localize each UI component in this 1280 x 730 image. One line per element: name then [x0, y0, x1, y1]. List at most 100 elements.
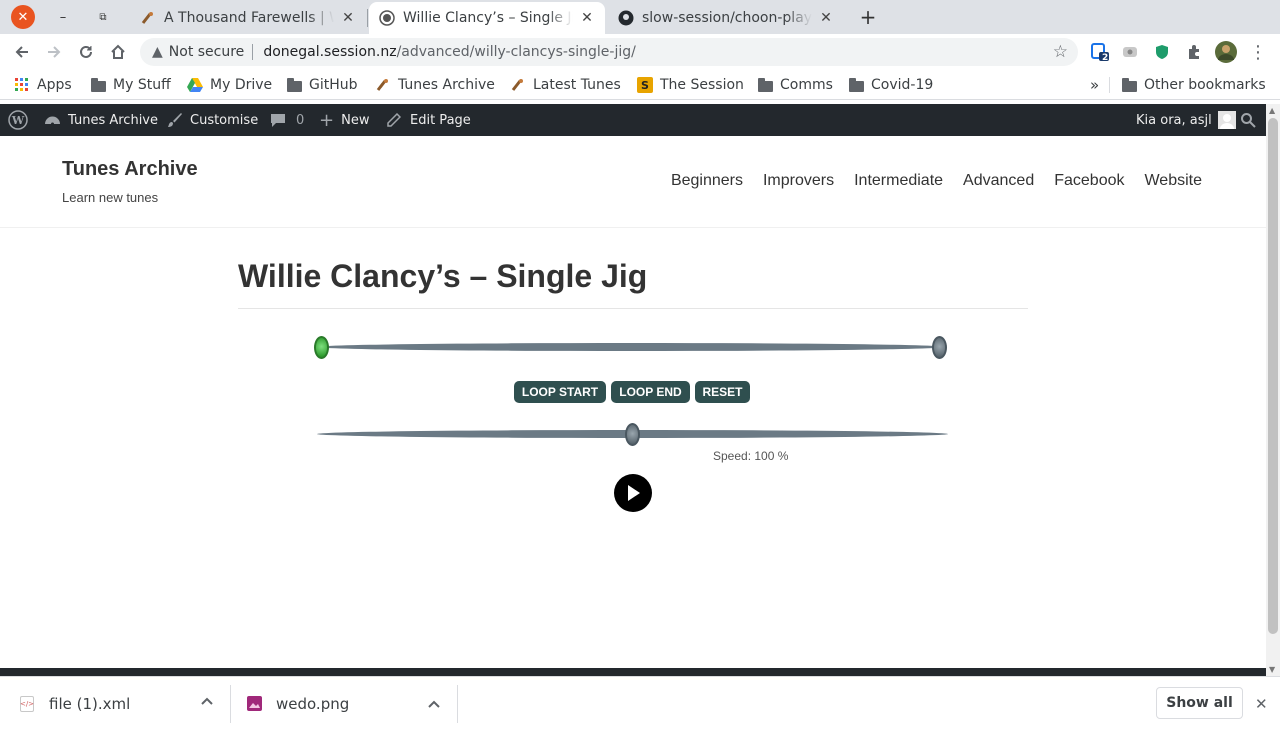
bookmark-latest-tunes[interactable]: Latest Tunes [510, 75, 621, 95]
tab-choon-player[interactable]: slow-session/choon-player ✕ [608, 2, 844, 34]
bookmark-tunes-archive[interactable]: Tunes Archive [375, 75, 495, 95]
reload-icon[interactable] [74, 40, 98, 64]
bookmark-my-drive[interactable]: My Drive [187, 75, 272, 95]
tab-title: A Thousand Farewells | Wexford [164, 10, 334, 26]
minimize-window-icon[interactable]: – [51, 5, 75, 29]
bookmark-label: Latest Tunes [533, 77, 621, 93]
download-item-png[interactable]: wedo.png [247, 677, 447, 730]
loop-end-handle[interactable] [932, 336, 947, 359]
bookmark-comms[interactable]: Comms [757, 75, 833, 95]
chevron-up-icon[interactable] [428, 694, 440, 712]
loop-start-handle[interactable] [314, 336, 329, 359]
admin-edit-page[interactable]: Edit Page [386, 104, 471, 136]
warning-icon: ▲ [152, 44, 163, 60]
site-title[interactable]: Tunes Archive [62, 158, 198, 181]
bookmark-github[interactable]: GitHub [286, 75, 358, 95]
admin-comments[interactable]: 0 [270, 104, 304, 136]
fiddle-icon [140, 10, 156, 26]
extensions-puzzle-icon[interactable] [1182, 40, 1206, 64]
close-tab-icon[interactable]: ✕ [579, 10, 595, 26]
divider [457, 685, 458, 723]
bookmark-label: Covid-19 [871, 77, 934, 93]
forward-icon[interactable] [42, 40, 66, 64]
bookmark-my-stuff[interactable]: My Stuff [90, 75, 171, 95]
page-content: Tunes Archive Learn new tunes Beginners … [0, 136, 1266, 668]
bookmark-apps[interactable]: Apps [14, 75, 72, 95]
download-filename: file (1).xml [49, 694, 131, 713]
admin-search-icon[interactable] [1240, 104, 1256, 136]
home-icon[interactable] [106, 40, 130, 64]
admin-customise[interactable]: Customise [167, 104, 258, 136]
folder-icon [1121, 77, 1137, 93]
scrollbar[interactable]: ▲ ▼ [1266, 104, 1280, 676]
title-divider [238, 308, 1028, 309]
nav-item-intermediate[interactable]: Intermediate [854, 172, 943, 190]
fiddle-icon [510, 77, 526, 93]
loop-range-track[interactable] [317, 343, 946, 351]
scrollbar-thumb[interactable] [1268, 118, 1278, 634]
wordpress-logo-icon[interactable]: W [8, 104, 28, 136]
tab-willie-clancys[interactable]: Willie Clancy’s – Single Jig ✕ [369, 2, 605, 34]
dashboard-icon [45, 116, 60, 125]
pencil-icon [387, 112, 401, 127]
play-button[interactable] [614, 474, 652, 512]
bookmark-covid-19[interactable]: Covid-19 [848, 75, 933, 95]
eye-extension-icon[interactable] [1118, 40, 1142, 64]
url-host: donegal.session.nz [263, 44, 397, 60]
password-manager-icon[interactable]: 2 [1088, 40, 1112, 64]
more-menu-icon[interactable]: ⋮ [1246, 40, 1270, 64]
reset-button[interactable]: RESET [695, 381, 750, 403]
fiddle-icon [375, 77, 391, 93]
close-tab-icon[interactable]: ✕ [818, 10, 834, 26]
other-bookmarks[interactable]: Other bookmarks [1121, 75, 1266, 95]
new-tab-button[interactable]: + [856, 5, 880, 29]
loop-start-button[interactable]: LOOP START [514, 381, 606, 403]
nav-item-advanced[interactable]: Advanced [963, 172, 1034, 190]
close-window-icon[interactable]: ✕ [11, 5, 35, 29]
download-item-xml[interactable]: </> file (1).xml [20, 677, 220, 730]
tab-thousand-farewells[interactable]: A Thousand Farewells | Wexford ✕ [130, 2, 366, 34]
bookmark-label: The Session [660, 77, 744, 93]
speed-label: Speed: 100 % [713, 449, 789, 463]
drive-icon [187, 77, 203, 93]
bookmarks-overflow-button[interactable]: » [1090, 75, 1099, 95]
session-s-icon: S [637, 77, 653, 93]
speed-handle[interactable] [625, 423, 640, 446]
nav-item-beginners[interactable]: Beginners [671, 172, 743, 190]
chevron-up-icon[interactable] [201, 694, 213, 709]
bookmark-label: Apps [37, 77, 72, 93]
play-icon [628, 485, 640, 501]
plus-icon: + [319, 109, 335, 131]
bookmark-star-icon[interactable]: ☆ [1053, 42, 1068, 62]
admin-account[interactable]: Kia ora, asjl [1136, 104, 1236, 136]
bookmark-the-session[interactable]: S The Session [637, 75, 744, 95]
admin-site-name[interactable]: Tunes Archive [44, 104, 158, 136]
profile-avatar[interactable] [1214, 40, 1238, 64]
downloads-shelf: </> file (1).xml wedo.png Show all ✕ [0, 676, 1280, 729]
divider [1109, 77, 1110, 93]
admin-new[interactable]: + New [319, 104, 369, 136]
shield-extension-icon[interactable] [1150, 40, 1174, 64]
nav-item-website[interactable]: Website [1144, 172, 1202, 190]
site-description: Learn new tunes [62, 190, 159, 205]
scroll-down-icon[interactable]: ▼ [1269, 665, 1275, 674]
wp-admin-bar: W Tunes Archive Customise 0 + New Edit P… [0, 104, 1266, 136]
show-all-button[interactable]: Show all [1156, 687, 1243, 719]
back-icon[interactable] [10, 40, 34, 64]
bookmark-label: Other bookmarks [1144, 77, 1266, 93]
bookmark-label: GitHub [309, 77, 358, 93]
nav-item-facebook[interactable]: Facebook [1054, 172, 1124, 190]
restore-window-icon[interactable]: ⧉ [91, 5, 115, 29]
scroll-up-icon[interactable]: ▲ [1269, 106, 1275, 115]
folder-icon [286, 77, 302, 93]
loop-end-button[interactable]: LOOP END [611, 381, 690, 403]
bookmark-label: My Drive [210, 77, 273, 93]
close-shelf-icon[interactable]: ✕ [1255, 695, 1268, 713]
bookmark-label: Tunes Archive [398, 77, 495, 93]
address-bar[interactable]: ▲ Not secure donegal.session.nz/advanced… [140, 38, 1078, 66]
close-tab-icon[interactable]: ✕ [340, 10, 356, 26]
avatar [1217, 111, 1236, 129]
tab-title: Willie Clancy’s – Single Jig [403, 10, 573, 26]
image-file-icon [247, 696, 262, 711]
nav-item-improvers[interactable]: Improvers [763, 172, 834, 190]
